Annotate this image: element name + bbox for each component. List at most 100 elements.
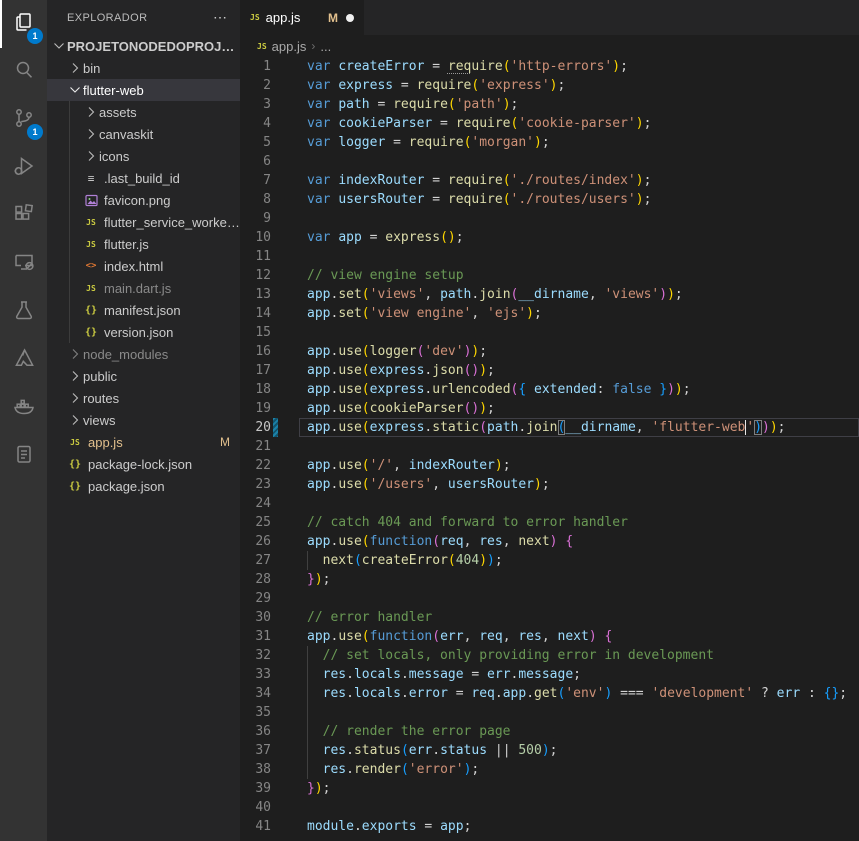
activity-item-source-control[interactable]: 1 bbox=[0, 96, 47, 144]
code-editor[interactable]: 1 var createError = require('http-errors'… bbox=[240, 57, 859, 841]
line-number: 18 bbox=[255, 382, 271, 397]
code-line[interactable]: 30 // error handler bbox=[240, 608, 859, 627]
code-line[interactable]: 34 res.locals.error = req.app.get('env')… bbox=[240, 684, 859, 703]
code-line[interactable]: 13 app.set('views', path.join(__dirname, … bbox=[240, 285, 859, 304]
code-line[interactable]: 7 var indexRouter = require('./routes/ind… bbox=[240, 171, 859, 190]
gutter bbox=[271, 760, 299, 779]
tree-item-package-lock.json[interactable]: {} package-lock.json bbox=[47, 453, 240, 475]
code-line[interactable]: 16 app.use(logger('dev')); bbox=[240, 342, 859, 361]
code-line[interactable]: 33 res.locals.message = err.message; bbox=[240, 665, 859, 684]
activity-item-remote-explorer[interactable] bbox=[0, 240, 47, 288]
tree-item-flutter-web[interactable]: flutter-web bbox=[47, 79, 240, 101]
code-token: indexRouter bbox=[408, 458, 495, 473]
tree-item-main.dart.js[interactable]: JS main.dart.js bbox=[47, 277, 240, 299]
activity-item-notes[interactable] bbox=[0, 432, 47, 480]
code-line[interactable]: 9 bbox=[240, 209, 859, 228]
activity-item-extensions[interactable] bbox=[0, 192, 47, 240]
code-token: __dirname bbox=[565, 420, 636, 435]
tree-item-index.html[interactable]: <> index.html bbox=[47, 255, 240, 277]
tree-item-node-modules[interactable]: node_modules bbox=[47, 343, 240, 365]
code-line[interactable]: 35 bbox=[240, 703, 859, 722]
code-line[interactable]: 10 var app = express(); bbox=[240, 228, 859, 247]
code-line[interactable]: 17 app.use(express.json()); bbox=[240, 361, 859, 380]
code-line[interactable]: 21 bbox=[240, 437, 859, 456]
activity-item-run-debug[interactable] bbox=[0, 144, 47, 192]
code-token: === bbox=[612, 686, 652, 701]
code-line[interactable]: 4 var cookieParser = require('cookie-pars… bbox=[240, 114, 859, 133]
tree-item-public[interactable]: public bbox=[47, 365, 240, 387]
activity-item-testing[interactable] bbox=[0, 288, 47, 336]
tree-item-manifest.json[interactable]: {} manifest.json bbox=[47, 299, 240, 321]
breadcrumb-file[interactable]: app.js bbox=[272, 39, 307, 54]
code-line[interactable]: 2 var express = require('express'); bbox=[240, 76, 859, 95]
tree-item-label: node_modules bbox=[83, 346, 169, 362]
tree-item-version.json[interactable]: {} version.json bbox=[47, 321, 240, 343]
tree-item-views[interactable]: views bbox=[47, 409, 240, 431]
code-line[interactable]: 8 var usersRouter = require('./routes/use… bbox=[240, 190, 859, 209]
code-line[interactable]: 27 next(createError(404)); bbox=[240, 551, 859, 570]
code-line[interactable]: 15 bbox=[240, 323, 859, 342]
code-line[interactable]: 36 // render the error page bbox=[240, 722, 859, 741]
tree-item-canvaskit[interactable]: canvaskit bbox=[47, 123, 240, 145]
activity-item-docker[interactable] bbox=[0, 384, 47, 432]
tree-item-assets[interactable]: assets bbox=[47, 101, 240, 123]
code-token: , bbox=[393, 458, 409, 473]
code-line[interactable]: 24 bbox=[240, 494, 859, 513]
code-token: ) bbox=[479, 401, 488, 416]
breadcrumb-ellipsis[interactable]: ... bbox=[320, 39, 331, 54]
code-line[interactable]: 28}); bbox=[240, 570, 859, 589]
tree-item-.last-build-id[interactable]: ≡ .last_build_id bbox=[47, 167, 240, 189]
code-token: app bbox=[307, 344, 331, 359]
code-line[interactable]: 19 app.use(cookieParser()); bbox=[240, 399, 859, 418]
code-token: app bbox=[307, 420, 331, 435]
tree-item-icons[interactable]: icons bbox=[47, 145, 240, 167]
tab-app-js[interactable]: JS app.js M bbox=[240, 0, 364, 35]
code-line[interactable]: 31 app.use(function(err, req, res, next) … bbox=[240, 627, 859, 646]
code-line[interactable]: 20 app.use(express.static(path.join(__dir… bbox=[240, 418, 859, 437]
code-line[interactable]: 23 app.use('/users', usersRouter); bbox=[240, 475, 859, 494]
code-line[interactable]: 3 var path = require('path'); bbox=[240, 95, 859, 114]
tree-item-favicon.png[interactable]: favicon.png bbox=[47, 189, 240, 211]
activity-item-explorer[interactable]: 1 bbox=[0, 0, 47, 48]
code-token: ) bbox=[541, 743, 550, 758]
code-line[interactable]: 25 // catch 404 and forward to error hand… bbox=[240, 513, 859, 532]
editor-group: JS app.js M JS app.js › ... 1 var createE… bbox=[240, 0, 859, 841]
activity-item-search[interactable] bbox=[0, 48, 47, 96]
code-line[interactable]: 5 var logger = require('morgan'); bbox=[240, 133, 859, 152]
tree-item-flutter.js[interactable]: JS flutter.js bbox=[47, 233, 240, 255]
explorer-more-actions-icon[interactable]: ⋯ bbox=[213, 9, 228, 26]
code-token: ( bbox=[361, 306, 370, 321]
tree-item-routes[interactable]: routes bbox=[47, 387, 240, 409]
code-line[interactable]: 39}); bbox=[240, 779, 859, 798]
code-line[interactable]: 22 app.use('/', indexRouter); bbox=[240, 456, 859, 475]
code-line[interactable]: 38 res.render('error'); bbox=[240, 760, 859, 779]
code-line[interactable]: 12 // view engine setup bbox=[240, 266, 859, 285]
tree-item-flutter-service-worker.js[interactable]: JS flutter_service_worker.js bbox=[47, 211, 240, 233]
code-line[interactable]: 14 app.set('view engine', 'ejs'); bbox=[240, 304, 859, 323]
code-line[interactable]: 6 bbox=[240, 152, 859, 171]
tree-root-projetonodedoprojetoqu...[interactable]: PROJETONODEDOPROJETOQU... bbox=[47, 35, 240, 57]
code-line[interactable]: 11 bbox=[240, 247, 859, 266]
code-line[interactable]: 40 bbox=[240, 798, 859, 817]
activity-item-azure[interactable] bbox=[0, 336, 47, 384]
tree-item-label: canvaskit bbox=[99, 126, 154, 142]
tree-item-app.js[interactable]: JS app.js M bbox=[47, 431, 240, 453]
tree-item-bin[interactable]: bin bbox=[47, 57, 240, 79]
code-line[interactable]: 26 app.use(function(req, res, next) { bbox=[240, 532, 859, 551]
code-line[interactable]: 37 res.status(err.status || 500); bbox=[240, 741, 859, 760]
code-line[interactable]: 18 app.use(express.urlencoded({ extended:… bbox=[240, 380, 859, 399]
code-line[interactable]: 1 var createError = require('http-errors'… bbox=[240, 57, 859, 76]
code-line-content: app.use(express.urlencoded({ extended: f… bbox=[299, 380, 859, 399]
js-file-icon: JS bbox=[257, 41, 267, 51]
tree-item-package.json[interactable]: {} package.json bbox=[47, 475, 240, 497]
code-line[interactable]: 32 // set locals, only providing error i… bbox=[240, 646, 859, 665]
code-line[interactable]: 41 module.exports = app; bbox=[240, 817, 859, 836]
code-line-content: app.use(function(err, req, res, next) { bbox=[299, 627, 859, 646]
code-token: ( bbox=[361, 420, 370, 435]
dirty-indicator-icon[interactable] bbox=[346, 13, 354, 22]
code-line[interactable]: 29 bbox=[240, 589, 859, 608]
line-number: 9 bbox=[263, 211, 271, 226]
gutter bbox=[271, 76, 299, 95]
line-number: 29 bbox=[255, 591, 271, 606]
code-token: express bbox=[369, 363, 425, 378]
